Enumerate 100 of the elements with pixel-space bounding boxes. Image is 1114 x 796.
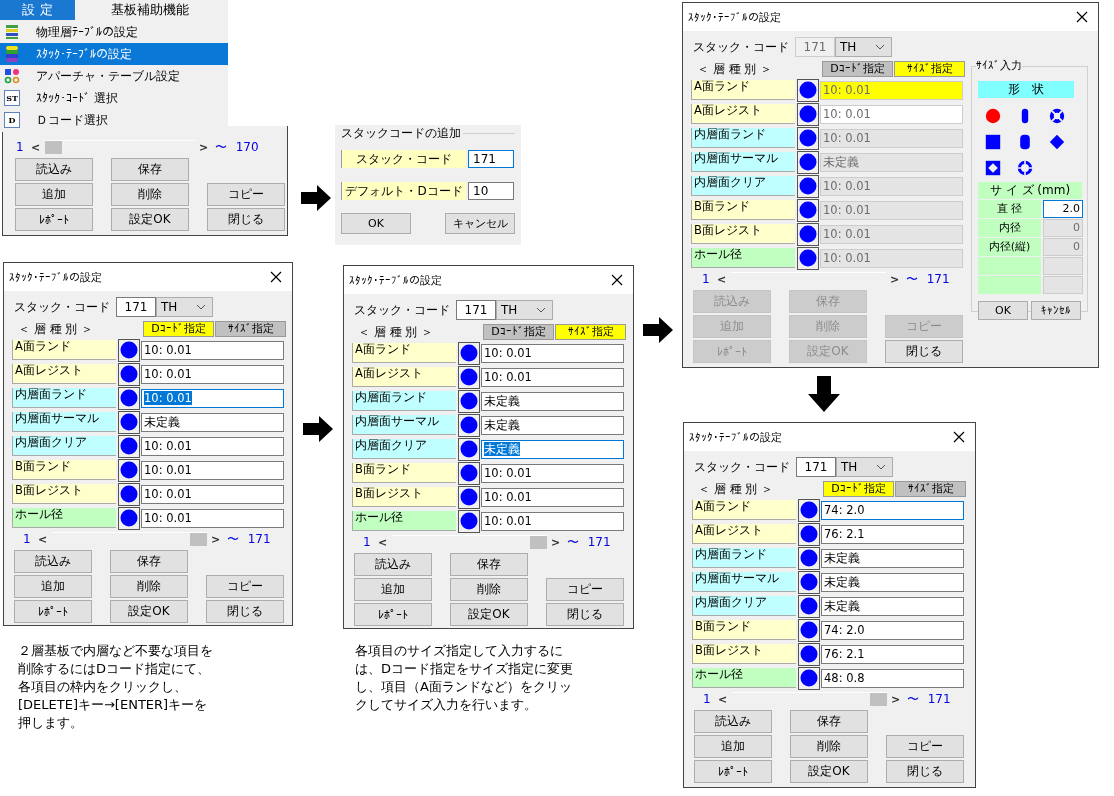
mode-tab[interactable]: Dｺｰﾄﾞ指定 — [143, 321, 214, 337]
shape-button[interactable] — [458, 461, 480, 485]
shape-button[interactable] — [118, 458, 140, 482]
layer-label[interactable]: A面ランド — [352, 343, 456, 363]
scroll-right-button[interactable]: > — [198, 140, 209, 154]
value-field[interactable]: 10: 0.01 — [141, 436, 284, 456]
value-field[interactable]: 10: 0.01 — [141, 508, 284, 528]
close-icon[interactable] — [1076, 11, 1088, 23]
shape-button[interactable] — [797, 150, 819, 174]
scroll-left-button[interactable]: < — [377, 535, 388, 549]
value-field[interactable]: 未定義 — [481, 391, 624, 411]
shape-button[interactable] — [797, 78, 819, 102]
dialog-button[interactable]: 保存 — [790, 710, 868, 733]
square-shape-icon[interactable] — [985, 134, 1001, 150]
layer-label[interactable]: ホール径 — [12, 508, 116, 528]
code-field[interactable]: 171 — [456, 300, 496, 320]
shape-button[interactable] — [798, 498, 820, 522]
scroll-thumb[interactable] — [189, 533, 207, 546]
shape-button[interactable] — [458, 413, 480, 437]
shape-button[interactable] — [797, 174, 819, 198]
scroll-left-button[interactable]: < — [37, 532, 48, 546]
dialog-button[interactable]: 読込み — [15, 158, 93, 181]
layer-label[interactable]: A面ランド — [692, 500, 796, 520]
layer-label[interactable]: A面レジスト — [692, 524, 796, 544]
value-field[interactable]: 10: 0.01 — [141, 460, 284, 480]
dialog-button[interactable]: 閉じる — [886, 760, 964, 783]
layer-label[interactable]: 内層面サーマル — [352, 415, 456, 435]
layer-label[interactable]: 内層面ランド — [12, 388, 116, 408]
layer-label[interactable]: 内層面クリア — [352, 439, 456, 459]
layer-label[interactable]: 内層面サーマル — [692, 572, 796, 592]
dialog-button[interactable]: OK — [978, 301, 1028, 320]
shape-button[interactable] — [118, 386, 140, 410]
dialog-button[interactable]: 設定OK — [111, 208, 189, 231]
dialog-button[interactable]: 閉じる — [207, 208, 285, 231]
scroll-thumb[interactable] — [869, 693, 887, 706]
value-field[interactable]: 未定義 — [481, 439, 624, 459]
shape-button[interactable] — [118, 410, 140, 434]
shape-button[interactable] — [458, 389, 480, 413]
menu-item[interactable]: D Ｄコード選択 — [0, 109, 228, 131]
code-field[interactable]: 171 — [796, 457, 836, 477]
shape-button[interactable] — [118, 338, 140, 362]
layer-dropdown[interactable]: TH — [496, 300, 553, 320]
layer-label[interactable]: 内層面クリア — [692, 596, 796, 616]
value-field[interactable]: 10: 0.01 — [481, 343, 624, 363]
circle-shape-icon[interactable] — [985, 108, 1001, 124]
scroll-thumb[interactable] — [44, 141, 62, 154]
shape-button[interactable] — [458, 485, 480, 509]
value-field[interactable]: 10: 0.01 — [481, 511, 624, 531]
dialog-button[interactable]: コピー — [207, 183, 285, 206]
layer-dropdown[interactable]: TH — [835, 37, 892, 57]
value-field[interactable]: 74: 2.0 — [821, 500, 964, 520]
menu-item[interactable]: 物理層ﾃｰﾌﾞﾙの設定 — [0, 21, 228, 43]
dialog-button[interactable]: 閉じる — [885, 340, 963, 363]
notched-shape-icon[interactable] — [985, 160, 1001, 176]
dialog-button[interactable]: 削除 — [111, 183, 189, 206]
dialog-button[interactable]: キャンセル — [445, 213, 515, 234]
mode-tab[interactable]: Dｺｰﾄﾞ指定 — [483, 324, 554, 340]
shape-button[interactable] — [118, 434, 140, 458]
value-field[interactable]: 74: 2.0 — [821, 620, 964, 640]
layer-label[interactable]: ホール径 — [692, 668, 796, 688]
shape-button[interactable] — [798, 546, 820, 570]
mode-tab[interactable]: ｻｲｽﾞ指定 — [555, 324, 626, 340]
layer-label[interactable]: 内層面サーマル — [12, 412, 116, 432]
layer-label[interactable]: 内層面ランド — [352, 391, 456, 411]
dialog-button[interactable]: 追加 — [14, 575, 92, 598]
rounded-shape-icon[interactable] — [1017, 134, 1033, 150]
input-field[interactable]: 10 — [468, 182, 514, 200]
dialog-button[interactable]: 削除 — [790, 735, 868, 758]
dialog-button[interactable]: 追加 — [15, 183, 93, 206]
dialog-button[interactable]: 設定OK — [790, 760, 868, 783]
scroll-left-button[interactable]: < — [716, 272, 727, 286]
shape-button[interactable] — [798, 618, 820, 642]
shape-button[interactable] — [798, 522, 820, 546]
dialog-button[interactable]: 読込み — [14, 550, 92, 573]
shape-button[interactable] — [118, 362, 140, 386]
value-field[interactable]: 10: 0.01 — [820, 104, 963, 124]
shape-button[interactable] — [118, 506, 140, 530]
menu-tab[interactable]: 設 定 — [0, 0, 75, 20]
dialog-button[interactable]: ｷｬﾝｾﾙ — [1031, 301, 1081, 320]
shape-button[interactable] — [458, 365, 480, 389]
layer-label[interactable]: A面レジスト — [12, 364, 116, 384]
value-field[interactable]: 未定義 — [481, 415, 624, 435]
scroll-left-button[interactable]: < — [30, 140, 41, 154]
mode-tab[interactable]: Dｺｰﾄﾞ指定 — [823, 481, 894, 497]
layer-label[interactable]: 内層面ランド — [692, 548, 796, 568]
dialog-button[interactable]: 追加 — [694, 735, 772, 758]
close-icon[interactable] — [611, 274, 623, 286]
shape-button[interactable] — [798, 666, 820, 690]
shape-button[interactable] — [458, 437, 480, 461]
shape-button[interactable] — [798, 642, 820, 666]
menu-item[interactable]: ｽﾀｯｸ･ﾃｰﾌﾞﾙの設定 — [0, 43, 228, 65]
shape-button[interactable] — [458, 341, 480, 365]
dialog-button[interactable]: コピー — [206, 575, 284, 598]
dialog-button[interactable]: 設定OK — [110, 600, 188, 623]
shape-button[interactable] — [798, 570, 820, 594]
value-field[interactable]: 未定義 — [821, 596, 964, 616]
layer-label[interactable]: B面レジスト — [12, 484, 116, 504]
code-field[interactable]: 171 — [116, 297, 156, 317]
layer-label[interactable]: B面ランド — [12, 460, 116, 480]
shape-button[interactable] — [118, 482, 140, 506]
